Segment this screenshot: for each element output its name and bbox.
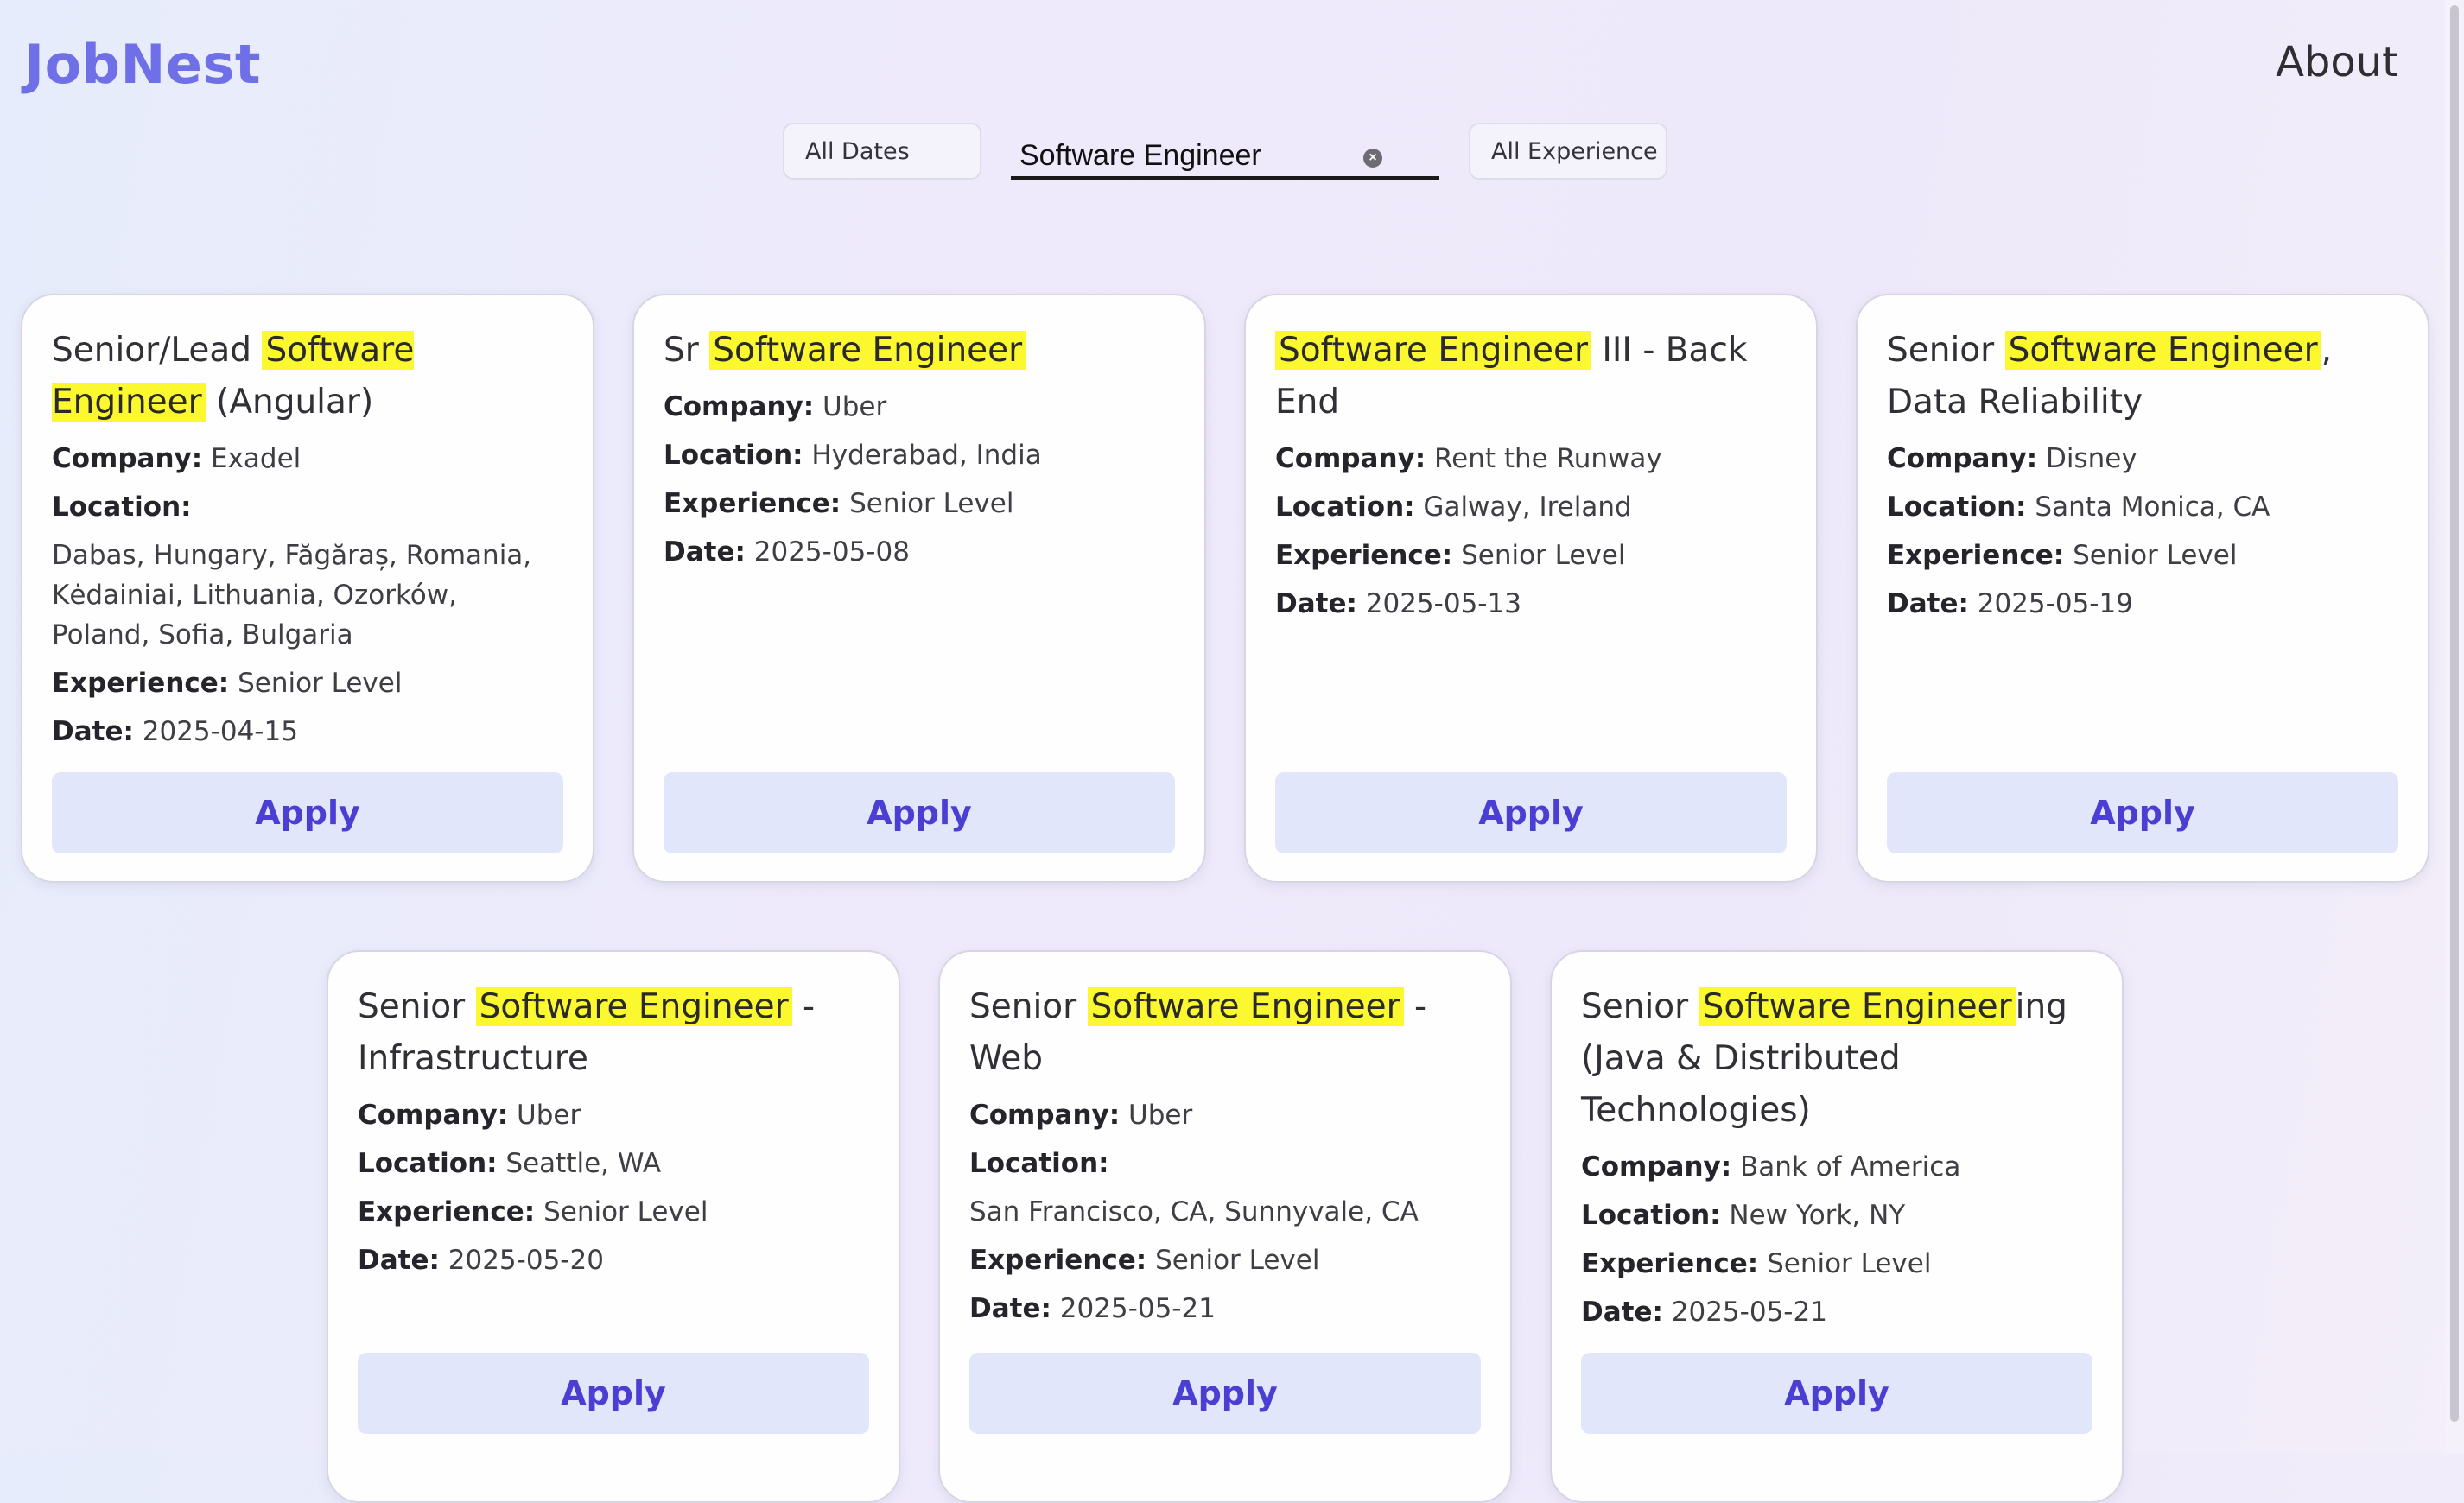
experience-row: Experience: Senior Level	[52, 668, 403, 699]
company-row: Company: Rent the Runway	[1275, 443, 1662, 474]
company-row: Company: Uber	[664, 391, 887, 422]
company-row: Company: Uber	[358, 1100, 581, 1131]
clear-search-icon[interactable]: ×	[1363, 149, 1382, 168]
location-row: Location: Hyderabad, India	[664, 440, 1042, 471]
location-row: Location: Santa Monica, CA	[1887, 491, 2270, 523]
job-card: Software Engineer III - Back End Company…	[1244, 294, 1818, 883]
date-row: Date: 2025-05-08	[664, 536, 910, 568]
date-row: Date: 2025-05-13	[1275, 588, 1521, 619]
company-row: Company: Exadel	[52, 443, 302, 474]
apply-button[interactable]: Apply	[969, 1353, 1481, 1434]
experience-row: Experience: Senior Level	[358, 1196, 708, 1227]
experience-row: Experience: Senior Level	[1887, 540, 2238, 571]
location-row: Location: Dabas, Hungary, Făgăraș, Romani…	[52, 491, 532, 650]
experience-filter-select[interactable]: All Experience	[1469, 123, 1667, 180]
company-row: Company: Disney	[1887, 443, 2137, 474]
job-card: Senior/Lead Software Engineer (Angular) …	[21, 294, 594, 883]
apply-button[interactable]: Apply	[1275, 772, 1787, 853]
location-row: Location: New York, NY	[1581, 1200, 1906, 1231]
company-row: Company: Bank of America	[1581, 1151, 1961, 1183]
vertical-scrollbar[interactable]	[2445, 0, 2464, 1453]
date-filter-label: All Dates	[805, 137, 910, 165]
apply-button[interactable]: Apply	[1887, 772, 2398, 853]
brand-logo[interactable]: JobNest	[24, 33, 261, 96]
experience-row: Experience: Senior Level	[1275, 540, 1626, 571]
experience-row: Experience: Senior Level	[664, 488, 1014, 519]
date-row: Date: 2025-05-21	[1581, 1297, 1827, 1328]
company-row: Company: Uber	[969, 1100, 1193, 1131]
location-row: Location: Galway, Ireland	[1275, 491, 1632, 523]
job-title: Senior Software Engineer, Data Reliabili…	[1887, 331, 2333, 422]
job-card: Senior Software Engineer - Infrastructur…	[327, 950, 900, 1503]
search-field[interactable]: ×	[1011, 133, 1439, 180]
job-title: Senior Software Engineer - Infrastructur…	[358, 987, 816, 1078]
job-card: Senior Software Engineer ing (Java & Dist…	[1550, 950, 2124, 1503]
search-input[interactable]	[1019, 138, 1382, 173]
date-row: Date: 2025-05-19	[1887, 588, 2133, 619]
location-row: Location: San Francisco, CA, Sunnyvale, C…	[969, 1148, 1419, 1227]
job-title: Senior Software Engineer ing (Java & Dist…	[1581, 987, 2067, 1130]
job-title: Senior Software Engineer - Web	[969, 987, 1427, 1078]
apply-button[interactable]: Apply	[358, 1353, 869, 1434]
job-card: Sr Software Engineer Company: Uber Locat…	[632, 294, 1206, 883]
apply-button[interactable]: Apply	[1581, 1353, 2092, 1434]
job-title: Software Engineer III - Back End	[1275, 331, 1748, 422]
job-card: Senior Software Engineer, Data Reliabili…	[1856, 294, 2429, 883]
date-row: Date: 2025-04-15	[52, 716, 298, 747]
date-row: Date: 2025-05-21	[969, 1293, 1216, 1324]
date-filter-select[interactable]: All Dates	[783, 123, 981, 180]
about-link[interactable]: About	[2276, 38, 2398, 86]
date-row: Date: 2025-05-20	[358, 1245, 604, 1276]
scrollbar-thumb[interactable]	[2450, 5, 2459, 1422]
job-card: Senior Software Engineer - Web Company: …	[938, 950, 1512, 1503]
experience-row: Experience: Senior Level	[969, 1245, 1320, 1276]
job-title: Sr Software Engineer	[664, 325, 1175, 377]
location-row: Location: Seattle, WA	[358, 1148, 662, 1179]
apply-button[interactable]: Apply	[664, 772, 1175, 853]
experience-row: Experience: Senior Level	[1581, 1248, 1932, 1279]
experience-filter-label: All Experience	[1491, 137, 1658, 165]
apply-button[interactable]: Apply	[52, 772, 563, 853]
job-title: Senior/Lead Software Engineer (Angular)	[52, 331, 415, 422]
